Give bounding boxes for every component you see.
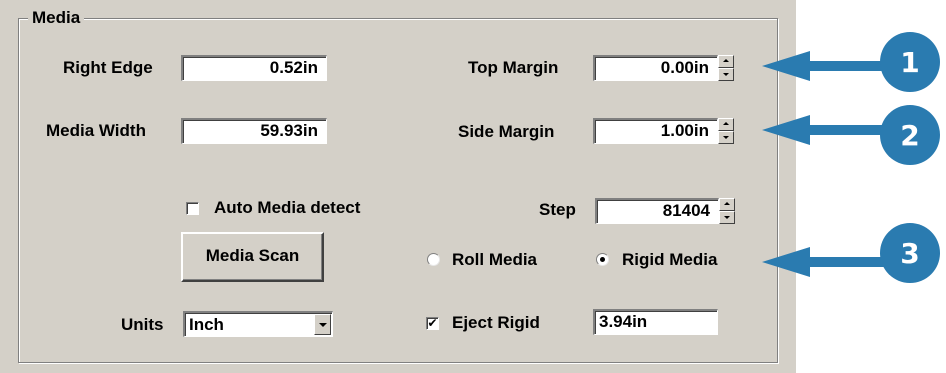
side-margin-field[interactable]: 1.00in — [593, 118, 718, 144]
media-width-field[interactable]: 59.93in — [181, 118, 327, 144]
eject-rigid-field[interactable]: 3.94in — [593, 309, 718, 335]
media-scan-button[interactable]: Media Scan — [181, 232, 324, 282]
step-spinner[interactable] — [719, 198, 735, 224]
rigid-media-label: Rigid Media — [622, 250, 718, 269]
spin-down-icon[interactable] — [719, 211, 735, 224]
roll-media-radio[interactable] — [427, 253, 440, 266]
top-margin-field[interactable]: 0.00in — [593, 55, 718, 81]
eject-rigid-checkbox[interactable]: ✔ — [426, 317, 439, 330]
media-width-label: Media Width — [46, 121, 146, 140]
dropdown-arrow-icon[interactable] — [314, 314, 331, 335]
auto-detect-label: Auto Media detect — [214, 198, 361, 217]
units-selected-value: Inch — [189, 315, 224, 334]
top-margin-label: Top Margin — [468, 58, 559, 77]
right-edge-field[interactable]: 0.52in — [181, 55, 327, 81]
radio-selected-dot-icon — [600, 257, 605, 262]
side-margin-spinner[interactable] — [718, 118, 734, 144]
roll-media-label: Roll Media — [452, 250, 538, 269]
rigid-media-radio[interactable] — [596, 253, 609, 266]
top-margin-spinner[interactable] — [718, 55, 734, 81]
right-edge-label: Right Edge — [63, 58, 153, 77]
units-label: Units — [121, 315, 164, 334]
spin-down-icon[interactable] — [718, 68, 734, 81]
spin-up-icon[interactable] — [718, 55, 734, 68]
spin-down-icon[interactable] — [718, 131, 734, 144]
spin-up-icon[interactable] — [718, 118, 734, 131]
eject-rigid-label: Eject Rigid — [452, 313, 540, 332]
callout-badge-2: 2 — [880, 105, 940, 165]
step-field[interactable]: 81404 — [595, 198, 719, 224]
step-label: Step — [539, 200, 576, 219]
auto-detect-checkbox[interactable] — [186, 202, 199, 215]
media-group-title: Media — [28, 8, 85, 28]
spin-up-icon[interactable] — [719, 198, 735, 211]
units-select[interactable]: Inch — [183, 311, 333, 337]
media-panel: Media Right Edge 0.52in Media Width 59.9… — [0, 0, 796, 373]
callout-badge-3: 3 — [880, 223, 940, 283]
callout-badge-1: 1 — [880, 32, 940, 92]
side-margin-label: Side Margin — [458, 122, 555, 141]
